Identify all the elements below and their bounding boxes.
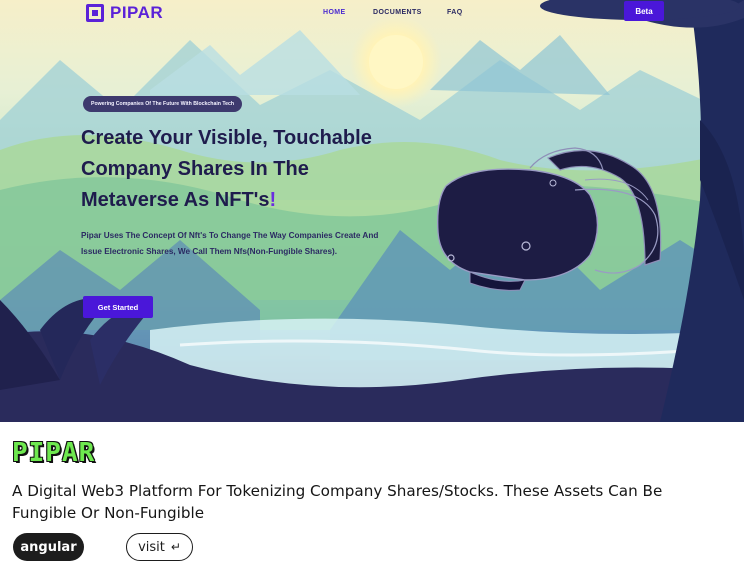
get-started-button[interactable]: Get Started	[83, 296, 153, 318]
hero-subtext: Pipar Uses The Concept Of Nft's To Chang…	[81, 231, 379, 256]
nav-link-faq[interactable]: FAQ	[447, 9, 463, 16]
sun	[369, 35, 423, 89]
headline-line-3: Metaverse As NFT's	[81, 189, 270, 211]
nav-link-documents[interactable]: DOCUMENTS	[373, 9, 422, 16]
hero-badge: Powering Companies Of The Future With Bl…	[83, 96, 243, 112]
hero-section: PIPAR HOME DOCUMENTS FAQ Beta Powering C…	[0, 0, 744, 422]
project-description: A Digital Web3 Platform For Tokenizing C…	[12, 482, 663, 522]
visit-label: visit	[138, 539, 165, 555]
return-arrow-icon: ↵	[170, 540, 181, 554]
headline-line-1: Create Your Visible, Touchable	[81, 127, 372, 149]
hero-headline: Create Your Visible, Touchable Company S…	[81, 123, 421, 216]
headline-accent: !	[269, 189, 277, 211]
beta-button[interactable]: Beta	[624, 1, 664, 21]
visit-button[interactable]: visit ↵	[126, 533, 193, 561]
nav-link-home[interactable]: HOME	[323, 9, 346, 16]
headline-line-2: Company Shares In The	[81, 158, 309, 180]
tech-tag-angular: angular	[13, 533, 84, 561]
project-title: PIPAR	[12, 438, 96, 468]
